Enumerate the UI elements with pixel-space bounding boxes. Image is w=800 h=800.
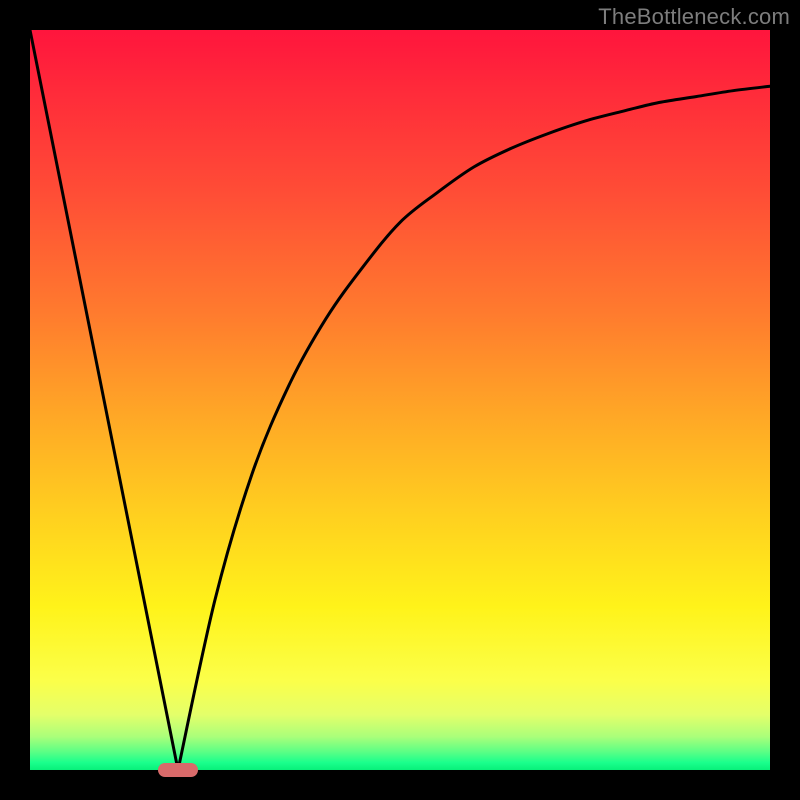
watermark-text: TheBottleneck.com <box>598 4 790 30</box>
curve-svg <box>30 30 770 770</box>
plot-area <box>30 30 770 770</box>
chart-stage: TheBottleneck.com <box>0 0 800 800</box>
minimum-marker <box>158 763 198 777</box>
curve-right-arm <box>178 86 770 770</box>
curve-left-arm <box>30 30 178 770</box>
